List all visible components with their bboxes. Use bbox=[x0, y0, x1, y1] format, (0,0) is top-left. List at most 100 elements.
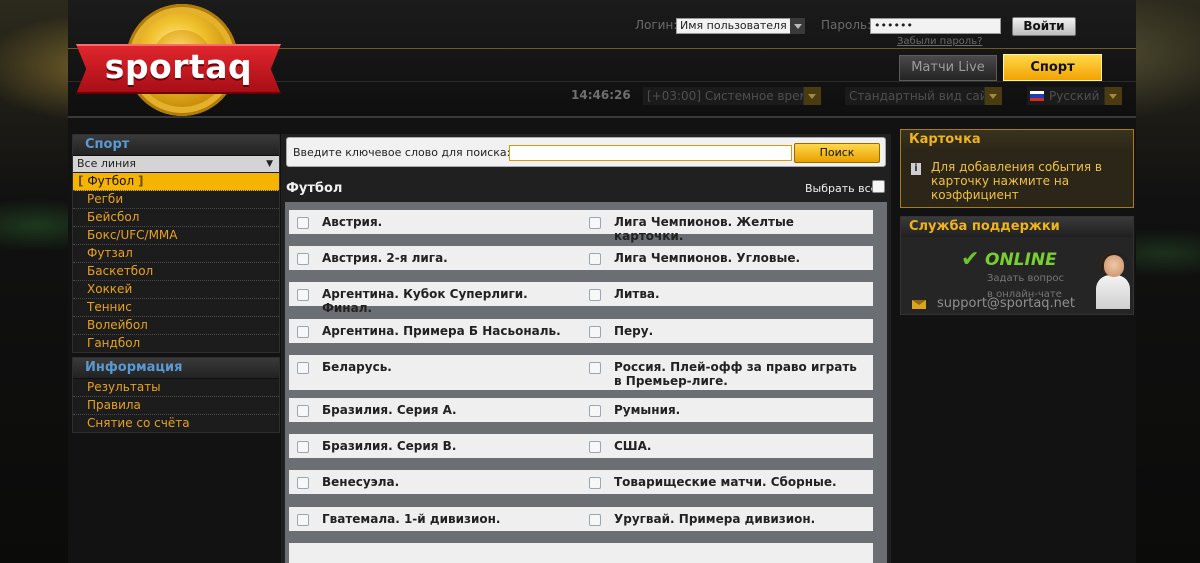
sidebar-item-rugby[interactable]: Регби bbox=[73, 191, 279, 209]
sidebar-item-rules[interactable]: Правила bbox=[73, 397, 279, 415]
card-title: Карточка bbox=[901, 130, 1133, 150]
league-item[interactable]: Гватемала. 1-й дивизион. bbox=[289, 507, 581, 531]
sidebar-item-futsal[interactable]: Футзал bbox=[73, 245, 279, 263]
league-checkbox[interactable] bbox=[297, 405, 309, 417]
league-checkbox[interactable] bbox=[589, 441, 601, 453]
sidebar-item-tennis[interactable]: Теннис bbox=[73, 299, 279, 317]
league-checkbox[interactable] bbox=[297, 477, 309, 489]
sidebar-item-basketball[interactable]: Баскетбол bbox=[73, 263, 279, 281]
check-icon: ✔ bbox=[961, 247, 980, 272]
league-checkbox[interactable] bbox=[589, 289, 601, 301]
league-item[interactable]: Перу. bbox=[581, 319, 873, 343]
league-item[interactable]: Товарищеские матчи. Сборные. bbox=[581, 470, 873, 494]
view-select[interactable]: Стандартный вид сайта bbox=[845, 87, 1002, 105]
league-item[interactable]: Австрия. bbox=[289, 210, 581, 234]
forgot-password-link[interactable]: Забыли пароль? bbox=[897, 36, 982, 47]
league-checkbox[interactable] bbox=[297, 253, 309, 265]
league-checkbox[interactable] bbox=[589, 326, 601, 338]
league-item[interactable]: Литва. bbox=[581, 282, 873, 306]
username-dropdown-button[interactable] bbox=[790, 18, 805, 34]
league-item[interactable]: Венесуэла. bbox=[289, 470, 581, 494]
league-row: Гватемала. 1-й дивизион. Уругвай. Примера… bbox=[285, 507, 887, 531]
league-checkbox[interactable] bbox=[589, 217, 601, 229]
league-row: Бразилия. Серия А. Румыния. bbox=[285, 398, 887, 422]
section-title: Футбол bbox=[286, 181, 343, 196]
password-input[interactable]: •••••• bbox=[870, 18, 1001, 34]
league-row: Аргентина. Кубок Суперлиги. Финал. Литва. bbox=[285, 282, 887, 315]
search-button[interactable]: Поиск bbox=[794, 143, 880, 163]
league-checkbox[interactable] bbox=[589, 477, 601, 489]
support-operator-avatar[interactable] bbox=[1095, 251, 1131, 309]
sidebar-item-volleyball[interactable]: Волейбол bbox=[73, 317, 279, 335]
language-select[interactable]: Русский bbox=[1027, 87, 1122, 105]
league-checkbox[interactable] bbox=[297, 326, 309, 338]
view-value: Стандартный вид сайта bbox=[849, 89, 1002, 103]
league-item[interactable]: Бразилия. Серия В. bbox=[289, 434, 581, 458]
league-checkbox[interactable] bbox=[589, 362, 601, 374]
league-checkbox[interactable] bbox=[297, 441, 309, 453]
league-item[interactable]: Австрия. 2-я лига. bbox=[289, 246, 581, 270]
league-checkbox[interactable] bbox=[297, 289, 309, 301]
league-checkbox[interactable] bbox=[297, 217, 309, 229]
league-name: США. bbox=[614, 439, 652, 453]
sidebar-item-withdrawal[interactable]: Снятие со счёта bbox=[73, 415, 279, 432]
sidebar-item-results[interactable]: Результаты bbox=[73, 379, 279, 397]
tab-live-matches[interactable]: Матчи Live bbox=[899, 55, 997, 81]
site-logo[interactable]: sportaq bbox=[76, 4, 281, 122]
league-item[interactable]: Беларусь. bbox=[289, 355, 581, 390]
ask-question-text: Задать вопрос bbox=[987, 273, 1064, 284]
sidebar-item-hockey[interactable]: Хоккей bbox=[73, 281, 279, 299]
league-item[interactable]: Лига Чемпионов. Угловые. bbox=[581, 246, 873, 270]
info-menu-title: Информация bbox=[73, 358, 279, 379]
league-checkbox[interactable] bbox=[589, 405, 601, 417]
league-item[interactable]: Лига Чемпионов. Желтые карточки. bbox=[581, 210, 873, 243]
league-item[interactable]: Румыния. bbox=[581, 398, 873, 422]
league-name: Венесуэла. bbox=[322, 475, 400, 489]
league-item[interactable]: Аргентина. Примера Б Насьональ. bbox=[289, 319, 581, 343]
select-all-checkbox[interactable] bbox=[872, 180, 885, 193]
tab-sport[interactable]: Спорт bbox=[1003, 54, 1102, 81]
bracket-icon: ] bbox=[137, 174, 144, 188]
login-button[interactable]: Войти bbox=[1012, 17, 1076, 36]
league-name: Аргентина. Кубок Суперлиги. Финал. bbox=[322, 287, 528, 315]
sidebar-item-football[interactable]: [ Футбол ] bbox=[73, 173, 279, 191]
select-all-label: Выбрать все bbox=[805, 182, 878, 195]
league-row: Австрия. Лига Чемпионов. Желтые карточки. bbox=[285, 210, 887, 243]
login-label: Логин: bbox=[635, 18, 678, 32]
card-hint: Для добавления события в карточку нажмит… bbox=[931, 160, 1102, 202]
mail-icon bbox=[912, 300, 926, 309]
league-name: Литва. bbox=[614, 287, 660, 301]
league-item[interactable]: Россия. Плей-офф за право играть в Премь… bbox=[581, 355, 873, 390]
online-status[interactable]: ONLINE bbox=[985, 250, 1057, 270]
league-item[interactable]: Бразилия. Серия А. bbox=[289, 398, 581, 422]
main-content: Введите ключевое слово для поиска: Поиск… bbox=[281, 134, 891, 563]
league-item[interactable]: Уругвай. Примера дивизион. bbox=[581, 507, 873, 531]
league-item[interactable] bbox=[581, 543, 873, 563]
clock: 14:46:26 bbox=[571, 88, 631, 102]
search-input[interactable] bbox=[509, 145, 792, 161]
league-name: Россия. Плей-офф за право играть в Премь… bbox=[614, 360, 857, 388]
league-checkbox[interactable] bbox=[589, 253, 601, 265]
league-name: Беларусь. bbox=[322, 360, 392, 374]
league-checkbox[interactable] bbox=[297, 362, 309, 374]
league-row: Австрия. 2-я лига. Лига Чемпионов. Угловы… bbox=[285, 246, 887, 270]
sidebar-item-handball[interactable]: Гандбол bbox=[73, 335, 279, 352]
league-name: Бразилия. Серия А. bbox=[322, 403, 457, 417]
sidebar-item-boxing[interactable]: Бокс/UFC/MMA bbox=[73, 227, 279, 245]
timezone-select[interactable]: [+03:00] Системное время bbox=[643, 87, 821, 105]
support-title: Служба поддержки bbox=[901, 217, 1133, 237]
league-name: Аргентина. Примера Б Насьональ. bbox=[322, 324, 561, 338]
support-email-link[interactable]: support@sportaq.net bbox=[937, 296, 1075, 311]
league-checkbox[interactable] bbox=[297, 514, 309, 526]
league-item[interactable]: США. bbox=[581, 434, 873, 458]
league-item[interactable] bbox=[289, 543, 581, 563]
username-input[interactable]: Имя пользователя bbox=[676, 18, 797, 34]
league-item[interactable]: Аргентина. Кубок Суперлиги. Финал. bbox=[289, 282, 581, 315]
league-checkbox[interactable] bbox=[589, 514, 601, 526]
league-name: Бразилия. Серия В. bbox=[322, 439, 457, 453]
search-label: Введите ключевое слово для поиска: bbox=[293, 146, 511, 159]
sidebar-item-baseball[interactable]: Бейсбол bbox=[73, 209, 279, 227]
league-name: Австрия. bbox=[322, 215, 383, 229]
league-row bbox=[285, 543, 887, 563]
line-select[interactable]: Все линия ▼ bbox=[73, 156, 279, 172]
